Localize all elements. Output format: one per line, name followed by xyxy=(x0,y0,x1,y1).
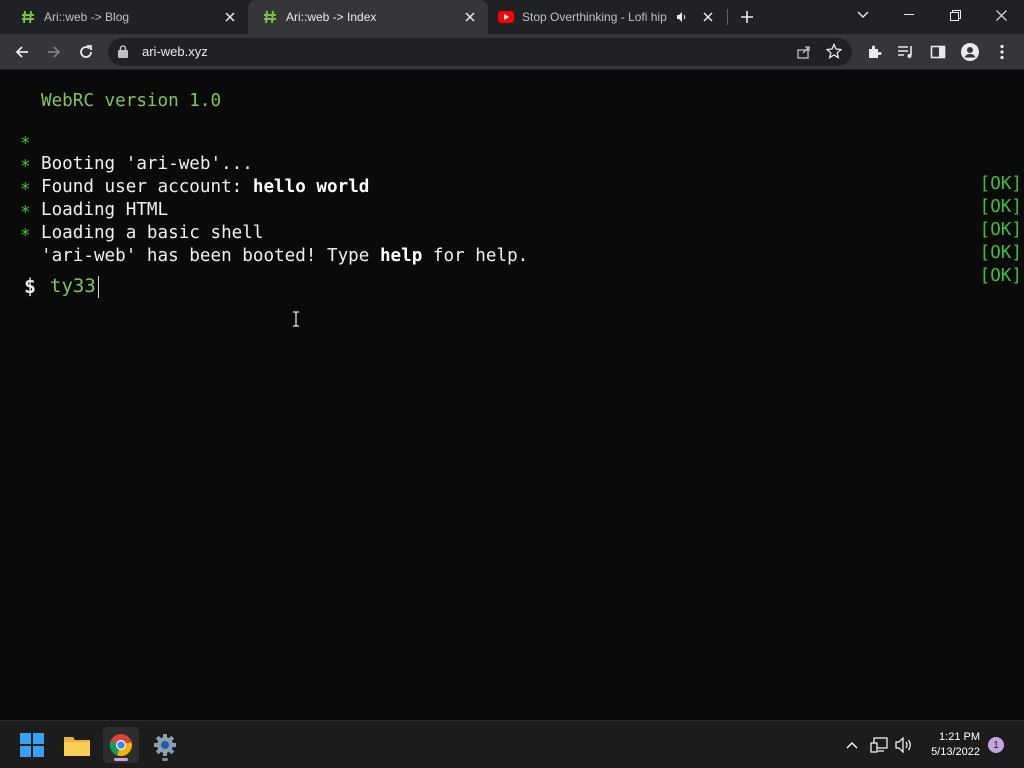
boot-line: * Booting 'ari-web'... [OK] xyxy=(0,114,1024,194)
lock-icon xyxy=(118,45,128,63)
restore-button[interactable] xyxy=(932,0,978,30)
tab-strip: Ari::web -> Blog Ari::web -> Index Stop … xyxy=(0,0,1024,34)
browser-window: Ari::web -> Blog Ari::web -> Index Stop … xyxy=(0,0,1024,720)
taskbar: 1:21 PM 5/13/2022 1 xyxy=(0,720,1024,768)
browser-toolbar: ari-web.xyz xyxy=(0,34,1024,70)
bullet: * xyxy=(20,226,31,246)
text-caret xyxy=(98,276,99,298)
clock-time: 1:21 PM xyxy=(939,731,980,743)
address-bar[interactable]: ari-web.xyz xyxy=(108,38,852,66)
terminal[interactable]: WebRC version 1.0 * Booting 'ari-web'...… xyxy=(0,71,1024,720)
minimize-button[interactable] xyxy=(886,0,932,30)
hash-favicon-icon xyxy=(262,9,278,25)
tab-search-button[interactable] xyxy=(840,0,886,30)
volume-icon[interactable] xyxy=(894,735,914,755)
notification-badge[interactable]: 1 xyxy=(988,737,1004,753)
clock-date: 5/13/2022 xyxy=(931,746,980,758)
forward-button[interactable] xyxy=(42,40,66,64)
youtube-favicon-icon xyxy=(498,9,514,25)
close-window-button[interactable] xyxy=(978,0,1024,30)
tab-youtube[interactable]: Stop Overthinking - Lofi hip h xyxy=(488,0,726,34)
boot-line: * Loading HTML [OK] xyxy=(0,160,1024,240)
extensions-icon[interactable] xyxy=(862,40,886,64)
tab-title: Ari::web -> Index xyxy=(286,10,377,24)
profile-avatar-icon[interactable] xyxy=(958,40,982,64)
chrome-icon[interactable] xyxy=(103,727,139,763)
new-tab-button[interactable] xyxy=(737,7,757,27)
url-text: ari-web.xyz xyxy=(142,44,208,59)
tab-title: Ari::web -> Blog xyxy=(44,10,130,24)
chevron-up-icon[interactable] xyxy=(842,735,862,755)
tab-index[interactable]: Ari::web -> Index xyxy=(248,0,488,34)
settings-gear-icon[interactable] xyxy=(147,727,183,763)
version-line: WebRC version 1.0 xyxy=(41,91,222,111)
tab-separator xyxy=(727,9,728,25)
bookmark-star-icon[interactable] xyxy=(825,42,843,64)
hash-favicon-icon xyxy=(20,9,36,25)
speaker-icon[interactable] xyxy=(674,9,690,25)
close-icon[interactable] xyxy=(462,9,478,25)
media-control-icon[interactable] xyxy=(894,40,918,64)
command-input[interactable]: ty33 xyxy=(50,275,96,297)
back-button[interactable] xyxy=(10,40,34,64)
close-icon[interactable] xyxy=(222,9,238,25)
side-panel-icon[interactable] xyxy=(926,40,950,64)
help-keyword: help xyxy=(379,246,423,266)
network-icon[interactable] xyxy=(869,735,889,755)
boot-line: * Found user account: hello world [OK] xyxy=(0,137,1024,217)
running-app-indicator xyxy=(162,758,168,761)
system-clock[interactable]: 1:21 PM 5/13/2022 xyxy=(931,730,980,760)
status-ok: [OK] xyxy=(979,266,1022,286)
file-explorer-icon[interactable] xyxy=(59,727,95,763)
active-app-indicator xyxy=(114,758,128,761)
prompt-symbol: $ xyxy=(24,274,37,298)
tab-title: Stop Overthinking - Lofi hip h xyxy=(522,10,670,24)
boot-line: * Loading a basic shell [OK] xyxy=(0,183,1024,263)
status-ok: [OK] xyxy=(979,243,1022,263)
boot-line: * 'ari-web' has been booted! Type help f… xyxy=(0,206,1024,286)
close-icon[interactable] xyxy=(700,9,716,25)
reload-button[interactable] xyxy=(74,40,98,64)
tab-blog[interactable]: Ari::web -> Blog xyxy=(0,0,248,34)
menu-kebab-icon[interactable] xyxy=(990,40,1014,64)
start-button[interactable] xyxy=(14,727,50,763)
share-icon[interactable] xyxy=(796,44,812,65)
boot-message: 'ari-web' has been booted! Type help for… xyxy=(41,246,529,266)
ibeam-cursor-icon xyxy=(292,311,300,332)
